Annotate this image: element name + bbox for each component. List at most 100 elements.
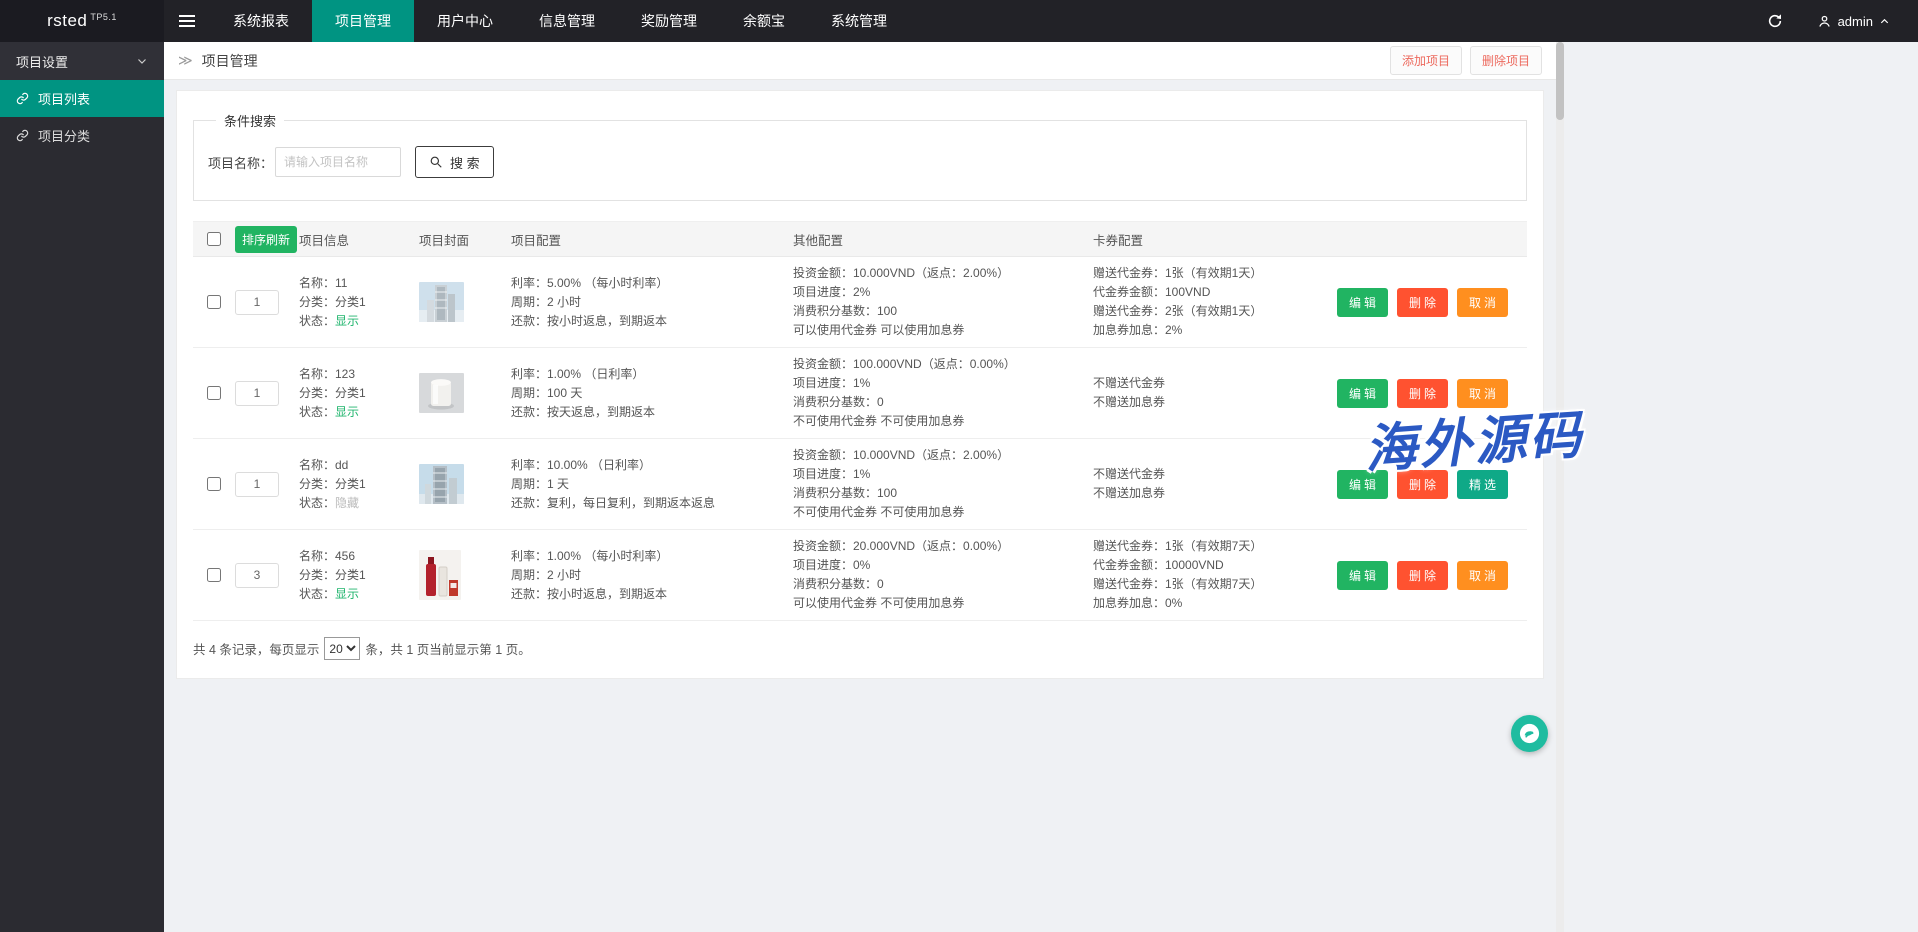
hamburger-menu-icon[interactable] <box>164 0 210 42</box>
nav-item-system[interactable]: 系统管理 <box>808 0 910 42</box>
config-line: 利率：1.00% （每小时利率） <box>511 547 793 566</box>
config-line: 周期：1 天 <box>511 475 793 494</box>
search-icon <box>429 155 443 169</box>
refresh-icon[interactable] <box>1767 13 1783 29</box>
config-line: 还款：按小时返息，到期返本 <box>511 585 793 604</box>
main-menu: 系统报表 项目管理 用户中心 信息管理 奖励管理 余额宝 系统管理 <box>210 0 910 42</box>
coupon-line: 赠送代金券：2张（有效期1天） <box>1093 302 1337 321</box>
sidebar: 项目设置 项目列表 项目分类 <box>0 42 164 932</box>
sort-order-input[interactable] <box>235 381 279 406</box>
sidebar-item-project-list[interactable]: 项目列表 <box>0 80 164 117</box>
sort-order-input[interactable] <box>235 472 279 497</box>
user-menu[interactable]: admin <box>1817 14 1890 29</box>
main-area: ≫ 项目管理 添加项目 删除项目 条件搜索 项目名称： 搜 索 <box>164 42 1918 932</box>
project-cover-image <box>419 464 464 504</box>
sort-order-input[interactable] <box>235 290 279 315</box>
status-value: 显示 <box>335 314 359 328</box>
delete-button[interactable]: 删除 <box>1397 470 1448 499</box>
sidebar-item-project-category[interactable]: 项目分类 <box>0 117 164 154</box>
logo-version: TP5.1 <box>90 12 117 22</box>
header-coupon-config: 卡券配置 <box>1093 230 1337 249</box>
config-line: 利率：1.00% （日利率） <box>511 365 793 384</box>
project-category: 分类：分类1 <box>299 384 419 403</box>
nav-item-info[interactable]: 信息管理 <box>516 0 618 42</box>
app-logo: rstedTP5.1 <box>0 0 164 42</box>
vertical-scrollbar[interactable] <box>1556 42 1564 932</box>
sidebar-group-title: 项目设置 <box>16 52 68 71</box>
featured-button[interactable]: 精选 <box>1457 470 1508 499</box>
user-icon <box>1817 14 1832 29</box>
delete-button[interactable]: 删除 <box>1397 379 1448 408</box>
search-fieldset: 条件搜索 项目名称： 搜 索 <box>193 111 1527 201</box>
row-checkbox[interactable] <box>207 568 221 582</box>
header-project-config: 项目配置 <box>511 230 793 249</box>
project-name-input[interactable] <box>275 147 401 177</box>
status-value: 显示 <box>335 587 359 601</box>
other-config-line: 项目进度：1% <box>793 374 1093 393</box>
other-config-line: 不可使用代金券 不可使用加息券 <box>793 412 1093 431</box>
logo-text: rsted <box>47 11 87 31</box>
config-line: 周期：2 小时 <box>511 566 793 585</box>
sort-order-input[interactable] <box>235 563 279 588</box>
leaf-swirl-icon <box>1518 722 1541 745</box>
project-name: 名称：456 <box>299 547 419 566</box>
edit-button[interactable]: 编辑 <box>1337 561 1388 590</box>
other-config-line: 项目进度：0% <box>793 556 1093 575</box>
username: admin <box>1838 14 1873 29</box>
sidebar-group-project-settings[interactable]: 项目设置 <box>0 42 164 80</box>
coupon-line: 不赠送代金券 <box>1093 465 1337 484</box>
page-size-select[interactable]: 20 <box>324 637 360 660</box>
nav-item-projects[interactable]: 项目管理 <box>312 0 414 42</box>
sort-refresh-button[interactable]: 排序刷新 <box>235 226 297 253</box>
project-name-label: 项目名称： <box>208 153 273 172</box>
coupon-line: 不赠送加息券 <box>1093 393 1337 412</box>
scrollbar-thumb[interactable] <box>1556 42 1564 120</box>
other-config-line: 投资金额：10.000VND（返点：2.00%） <box>793 264 1093 283</box>
search-row: 项目名称： 搜 索 <box>208 146 1512 178</box>
delete-button[interactable]: 删除 <box>1397 561 1448 590</box>
other-config-line: 投资金额：100.000VND（返点：0.00%） <box>793 355 1093 374</box>
project-name: 名称：123 <box>299 365 419 384</box>
row-checkbox[interactable] <box>207 295 221 309</box>
coupon-line: 加息券加息：2% <box>1093 321 1337 340</box>
edit-button[interactable]: 编辑 <box>1337 288 1388 317</box>
floating-service-button[interactable] <box>1511 715 1548 752</box>
nav-item-yuebao[interactable]: 余额宝 <box>720 0 808 42</box>
search-legend: 条件搜索 <box>216 111 284 130</box>
config-line: 利率：5.00% （每小时利率） <box>511 274 793 293</box>
search-button[interactable]: 搜 索 <box>415 146 494 178</box>
project-category: 分类：分类1 <box>299 475 419 494</box>
row-checkbox[interactable] <box>207 477 221 491</box>
table-row: 名称：11 分类：分类1 状态：显示 利率：5.00% （每小时利率） 周期：2… <box>193 257 1527 348</box>
sidebar-item-label: 项目分类 <box>38 126 90 145</box>
cancel-button[interactable]: 取消 <box>1457 561 1508 590</box>
nav-item-users[interactable]: 用户中心 <box>414 0 516 42</box>
other-config-line: 项目进度：2% <box>793 283 1093 302</box>
coupon-line: 不赠送代金券 <box>1093 374 1337 393</box>
table-header: 排序刷新 项目信息 项目封面 项目配置 其他配置 卡券配置 <box>193 221 1527 257</box>
delete-project-button[interactable]: 删除项目 <box>1470 46 1542 75</box>
edit-button[interactable]: 编辑 <box>1337 470 1388 499</box>
config-line: 周期：2 小时 <box>511 293 793 312</box>
cancel-button[interactable]: 取消 <box>1457 288 1508 317</box>
nav-item-reports[interactable]: 系统报表 <box>210 0 312 42</box>
project-status: 状态：显示 <box>299 403 419 422</box>
nav-item-rewards[interactable]: 奖励管理 <box>618 0 720 42</box>
project-status: 状态：显示 <box>299 585 419 604</box>
project-category: 分类：分类1 <box>299 566 419 585</box>
header-project-info: 项目信息 <box>299 230 419 249</box>
coupon-line: 赠送代金券：1张（有效期7天） <box>1093 575 1337 594</box>
delete-button[interactable]: 删除 <box>1397 288 1448 317</box>
coupon-line: 赠送代金券：1张（有效期1天） <box>1093 264 1337 283</box>
other-config-line: 可以使用代金券 不可使用加息券 <box>793 594 1093 613</box>
chevron-down-icon <box>136 55 148 67</box>
select-all-checkbox[interactable] <box>207 232 221 246</box>
breadcrumb-actions: 添加项目 删除项目 <box>1390 46 1542 75</box>
config-line: 周期：100 天 <box>511 384 793 403</box>
add-project-button[interactable]: 添加项目 <box>1390 46 1462 75</box>
edit-button[interactable]: 编辑 <box>1337 379 1388 408</box>
project-name: 名称：11 <box>299 274 419 293</box>
row-checkbox[interactable] <box>207 386 221 400</box>
cancel-button[interactable]: 取消 <box>1457 379 1508 408</box>
breadcrumb-chevrons-icon: ≫ <box>178 52 193 69</box>
